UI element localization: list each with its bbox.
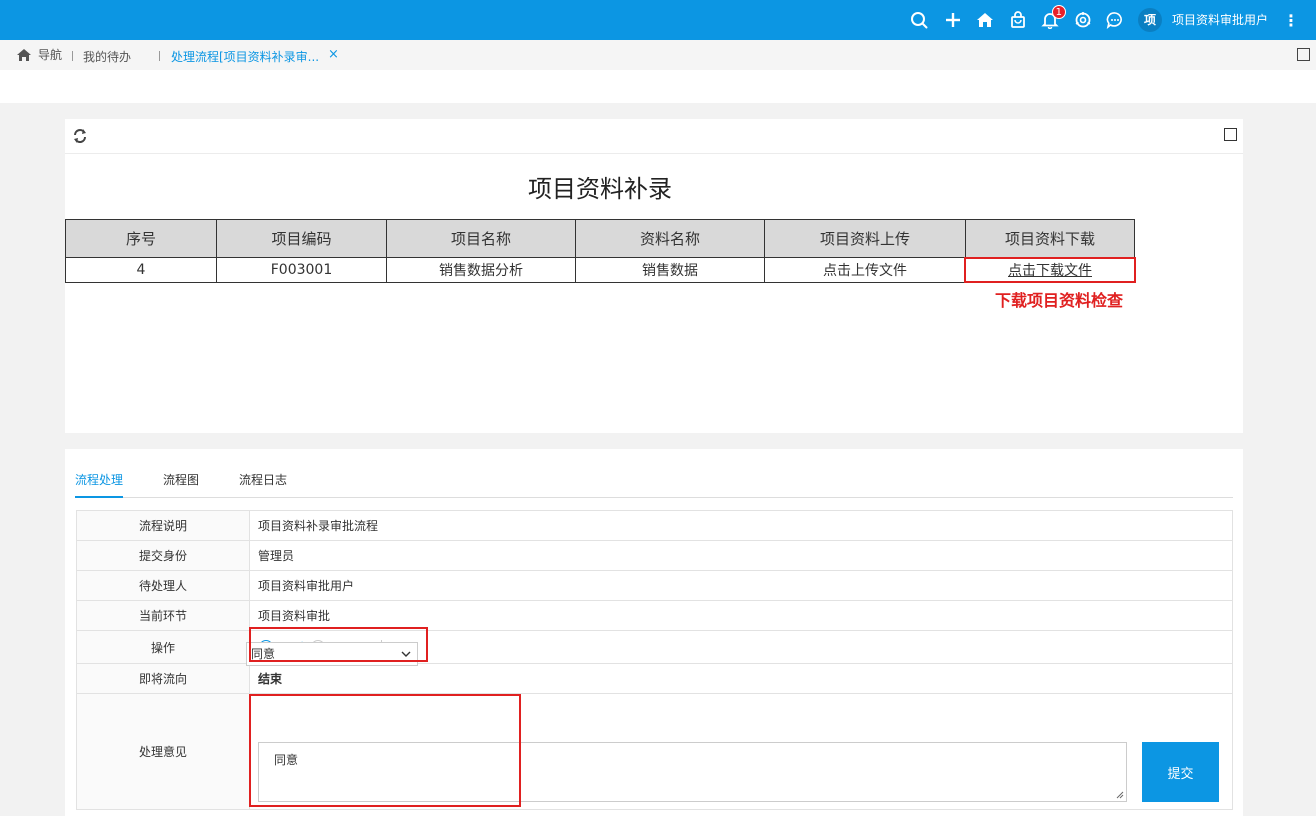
cell-project-code: F003001 [216, 257, 387, 283]
upload-file-link[interactable]: 点击上传文件 [764, 257, 966, 283]
close-icon[interactable]: × [328, 46, 340, 64]
column-header: 项目名称 [386, 219, 576, 258]
cell-material-name: 销售数据 [575, 257, 765, 283]
process-panel: 流程处理 流程图 流程日志 流程说明 项目资料补录审批流程 提交身份 管理员 待… [65, 449, 1243, 816]
column-header: 项目资料上传 [764, 219, 966, 258]
avatar[interactable]: 项 [1138, 8, 1162, 32]
field-label: 即将流向 [76, 663, 250, 694]
report-title: 项目资料补录 [528, 175, 672, 203]
field-value: 管理员 [249, 540, 1233, 571]
search-icon[interactable] [907, 8, 931, 32]
table-header-row: 序号 项目编码 项目名称 资料名称 项目资料上传 项目资料下载 [65, 219, 1135, 258]
tab-flow-chart[interactable]: 流程图 [163, 471, 199, 488]
download-file-cell: 点击下载文件 [965, 257, 1135, 283]
field-label: 待处理人 [76, 570, 250, 601]
tab-process-flow[interactable]: 处理流程[项目资料补录审... [171, 48, 319, 65]
field-label: 当前环节 [76, 600, 250, 631]
field-value: 项目资料审批 [249, 600, 1233, 631]
tab-divider-line [75, 497, 1233, 498]
annotation-text: 下载项目资料检查 [994, 291, 1123, 310]
field-value: 项目资料审批用户 [249, 570, 1233, 601]
field-label: 操作 [76, 630, 250, 664]
tab-bar: 导航 我的待办 处理流程[项目资料补录审... × [0, 40, 1316, 70]
column-header: 项目资料下载 [965, 219, 1135, 258]
submit-button[interactable]: 提交 [1142, 742, 1219, 802]
home-icon[interactable] [973, 8, 997, 32]
maximize-icon[interactable] [1224, 128, 1237, 141]
form-row: 待处理人 项目资料审批用户 [76, 570, 1233, 601]
field-label: 流程说明 [76, 510, 250, 541]
shopping-bag-icon[interactable] [1006, 8, 1030, 32]
tab-divider [72, 51, 73, 61]
column-header: 项目编码 [216, 219, 387, 258]
nav-home-label: 导航 [38, 48, 63, 62]
field-label: 处理意见 [76, 693, 250, 810]
cell-project-name: 销售数据分析 [386, 257, 576, 283]
form-row: 提交身份 管理员 [76, 540, 1233, 571]
content-header-strip [0, 70, 1316, 103]
field-value: 项目资料补录审批流程 [249, 510, 1233, 541]
notification-badge: 1 [1051, 5, 1066, 19]
tab-divider [159, 51, 160, 61]
table-row: 4 F003001 销售数据分析 销售数据 点击上传文件 点击下载文件 [65, 257, 1135, 283]
download-file-link[interactable]: 点击下载文件 [1008, 263, 1092, 279]
form-row: 即将流向 结束 [76, 663, 1233, 694]
maximize-icon[interactable] [1297, 48, 1310, 61]
report-table: 序号 项目编码 项目名称 资料名称 项目资料上传 项目资料下载 4 F00300… [65, 219, 1135, 283]
chat-icon[interactable] [1103, 8, 1127, 32]
report-panel: 项目资料补录 序号 项目编码 项目名称 资料名称 项目资料上传 项目资料下载 4… [65, 119, 1243, 433]
tab-flow-log[interactable]: 流程日志 [239, 471, 287, 488]
chevron-down-icon [401, 651, 411, 657]
settings-icon[interactable] [1071, 8, 1095, 32]
opinion-textarea[interactable]: 同意 [258, 742, 1127, 802]
cell-index: 4 [65, 257, 217, 283]
opinion-text: 同意 [274, 753, 299, 767]
active-tab-indicator [75, 496, 123, 498]
column-header: 序号 [65, 219, 217, 258]
username[interactable]: 项目资料审批用户 [1172, 12, 1268, 28]
opinion-select[interactable]: 同意 [246, 642, 418, 666]
add-icon[interactable] [941, 8, 965, 32]
refresh-icon[interactable] [72, 128, 88, 144]
report-toolbar [65, 119, 1243, 154]
top-bar: 1 项 项目资料审批用户 ⋮ [0, 0, 1316, 40]
opinion-select-value: 同意 [251, 647, 276, 661]
column-header: 资料名称 [575, 219, 765, 258]
field-value-next: 结束 [249, 663, 1233, 694]
bell-icon[interactable]: 1 [1038, 5, 1066, 32]
resize-handle-icon[interactable] [1116, 791, 1124, 799]
tab-my-todo[interactable]: 我的待办 [83, 48, 131, 65]
field-label: 提交身份 [76, 540, 250, 571]
home-icon [17, 48, 31, 61]
tab-process-handle[interactable]: 流程处理 [75, 471, 123, 488]
form-row: 流程说明 项目资料补录审批流程 [76, 510, 1233, 541]
form-row: 当前环节 项目资料审批 [76, 600, 1233, 631]
more-vertical-icon[interactable]: ⋮ [1283, 10, 1299, 30]
nav-home[interactable]: 导航 [16, 46, 62, 63]
